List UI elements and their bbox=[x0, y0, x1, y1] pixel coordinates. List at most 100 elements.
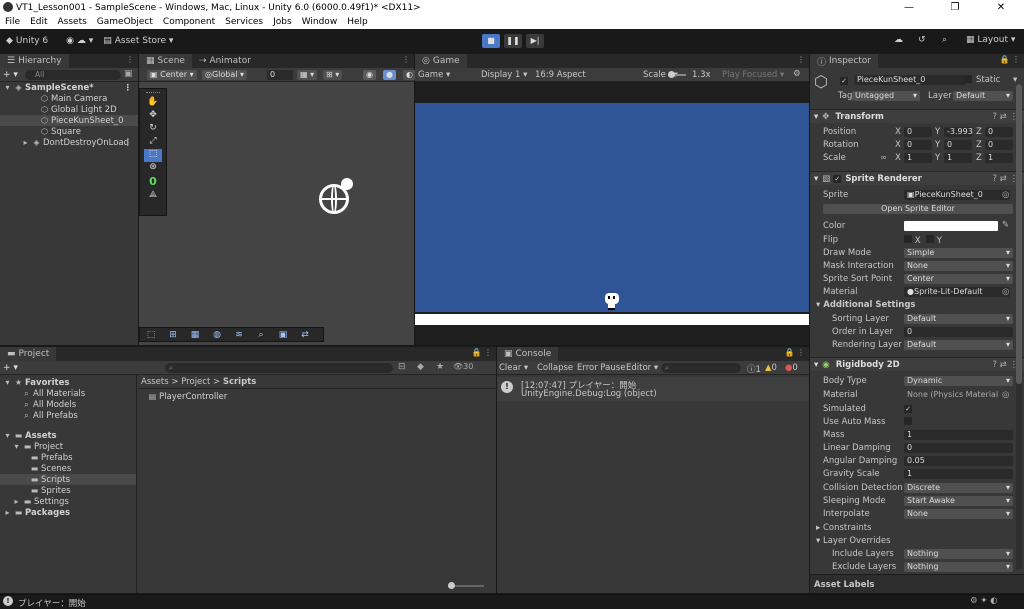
folder-prefabs[interactable]: ▬ Prefabs bbox=[0, 452, 136, 463]
constraints-foldout[interactable]: ▸ Constraints bbox=[816, 523, 871, 533]
component-menu-icon[interactable]: ? ⇄ ⋮ bbox=[992, 174, 1018, 184]
object-picker-icon[interactable]: ◎ bbox=[1002, 287, 1009, 297]
rot-z-field[interactable]: 0 bbox=[985, 140, 1013, 150]
scene-row[interactable]: ▾ ◈ SampleScene* ⋮ bbox=[0, 82, 138, 93]
display-dropdown[interactable]: Display 1 ▾ bbox=[481, 70, 527, 80]
tab-project[interactable]: ▬ Project bbox=[0, 347, 57, 361]
static-checkbox[interactable] bbox=[964, 75, 972, 86]
pos-y-field[interactable]: -3.993 bbox=[944, 127, 973, 137]
rotate-tool-icon[interactable]: ↻ bbox=[140, 123, 166, 136]
palette-grip[interactable] bbox=[146, 92, 160, 94]
filter-label-icon[interactable]: ◆ bbox=[417, 362, 424, 372]
inspector-scrollbar[interactable] bbox=[1016, 84, 1022, 569]
folder-scripts[interactable]: ▬ Scripts bbox=[0, 474, 136, 485]
maximize-button[interactable]: ❐ bbox=[932, 0, 978, 15]
folder-scenes[interactable]: ▬ Scenes bbox=[0, 463, 136, 474]
fav-all-materials[interactable]: ⌕ All Materials bbox=[0, 388, 136, 399]
flip-x-checkbox[interactable]: X bbox=[904, 235, 921, 246]
play-button[interactable]: ■ bbox=[482, 34, 500, 48]
object-picker-icon[interactable]: ◎ bbox=[1002, 190, 1009, 200]
fav-all-models[interactable]: ⌕ All Models bbox=[0, 399, 136, 410]
pos-x-field[interactable]: 0 bbox=[904, 127, 932, 137]
active-checkbox[interactable]: ✓ bbox=[840, 76, 848, 86]
custom-tool-icon[interactable]: ⟁ bbox=[140, 190, 166, 203]
assets-row[interactable]: ▾ ▬ Assets bbox=[0, 430, 136, 441]
pivot-dropdown[interactable]: ▣ Center ▾ bbox=[147, 70, 197, 80]
interpolate-dropdown[interactable]: None ▾ bbox=[904, 509, 1013, 519]
hierarchy-item-piecekun[interactable]: ⬡ PieceKunSheet_0 bbox=[0, 115, 138, 126]
close-button[interactable]: ✕ bbox=[978, 0, 1024, 15]
hierarchy-item-global-light[interactable]: ⬡ Global Light 2D bbox=[0, 104, 138, 115]
breadcrumb-assets[interactable]: Assets bbox=[141, 377, 169, 387]
paint-overlay-icon[interactable]: ◍ bbox=[206, 330, 228, 340]
panel-lock-menu-icon[interactable]: 🔒 ⋮ bbox=[999, 55, 1020, 64]
error-count-toggle[interactable]: ●0 bbox=[785, 363, 798, 373]
body-type-dropdown[interactable]: Dynamic ▾ bbox=[904, 376, 1013, 386]
game-settings-icon[interactable]: ⚙ bbox=[793, 69, 801, 79]
sleeping-dropdown[interactable]: Start Awake ▾ bbox=[904, 496, 1013, 506]
menu-file[interactable]: File bbox=[0, 17, 25, 27]
hierarchy-item-main-camera[interactable]: ⬡ Main Camera bbox=[0, 93, 138, 104]
dontdestroy-row[interactable]: ▸ ◈ DontDestroyOnLoad ⋮ bbox=[0, 137, 138, 148]
packages-row[interactable]: ▸ ▬ Packages bbox=[0, 507, 136, 518]
scale-tool-icon[interactable]: ⤢ bbox=[140, 136, 166, 149]
draw-mode-dropdown[interactable]: Simple ▾ bbox=[904, 248, 1013, 258]
menu-window[interactable]: Window bbox=[297, 17, 343, 27]
hierarchy-item-square[interactable]: ⬡ Square bbox=[0, 126, 138, 137]
move-tool-icon[interactable]: ✥ bbox=[140, 110, 166, 123]
tab-game[interactable]: ◎ Game bbox=[415, 54, 467, 68]
panel-menu-icon[interactable]: ⋮ bbox=[797, 55, 805, 64]
grid-snap-dropdown[interactable]: ▦ ▾ bbox=[297, 70, 318, 80]
menu-help[interactable]: Help bbox=[342, 17, 373, 27]
angular-damping-field[interactable]: 0.05 bbox=[904, 456, 1013, 466]
folder-settings[interactable]: ▸ ▬ Settings bbox=[0, 496, 136, 507]
row-menu-icon[interactable]: ⋮ bbox=[124, 138, 133, 148]
layers-overlay-icon[interactable]: ≋ bbox=[228, 330, 250, 340]
panel-menu-icon[interactable]: ⋮ bbox=[402, 55, 410, 64]
search-options-icon[interactable]: ▣ bbox=[124, 69, 133, 79]
additional-settings-foldout[interactable]: ▾ Additional Settings bbox=[816, 300, 916, 310]
material-field[interactable]: ●Sprite-Lit-Default bbox=[904, 287, 1010, 297]
pause-button[interactable]: ❚❚ bbox=[504, 34, 522, 48]
panel-lock-menu-icon[interactable]: 🔒 ⋮ bbox=[784, 348, 805, 357]
layout-dropdown[interactable]: ▦ Layout ▾ bbox=[966, 35, 1015, 45]
menu-edit[interactable]: Edit bbox=[25, 17, 52, 27]
step-button[interactable]: ▶| bbox=[526, 34, 544, 48]
simulated-checkbox[interactable]: ✓ bbox=[904, 404, 912, 414]
object-picker-icon[interactable]: ◎ bbox=[1002, 390, 1009, 400]
order-field[interactable]: 0 bbox=[904, 327, 1013, 337]
layer-dropdown[interactable]: Default ▾ bbox=[953, 91, 1013, 101]
collapse-button[interactable]: Collapse bbox=[537, 363, 573, 373]
tilemap-overlay-icon[interactable]: ▦ bbox=[184, 330, 206, 340]
game-mode-dropdown[interactable]: Game ▾ bbox=[418, 70, 450, 80]
link-icon[interactable]: ∞ bbox=[880, 153, 887, 163]
rb-material-field[interactable]: None (Physics Material 2 bbox=[904, 390, 1000, 400]
rot-x-field[interactable]: 0 bbox=[904, 140, 932, 150]
mask-dropdown[interactable]: None ▾ bbox=[904, 261, 1013, 271]
component-menu-icon[interactable]: ? ⇄ ⋮ bbox=[992, 360, 1018, 370]
menu-services[interactable]: Services bbox=[220, 17, 268, 27]
rendering-layer-dropdown[interactable]: Default ▾ bbox=[904, 340, 1013, 350]
console-search-input[interactable]: ⌕ bbox=[661, 363, 741, 373]
info-count-toggle[interactable]: ⓘ1 bbox=[747, 363, 761, 375]
sort-point-dropdown[interactable]: Center ▾ bbox=[904, 274, 1013, 284]
breadcrumb-scripts[interactable]: Scripts bbox=[223, 377, 256, 387]
linear-damping-field[interactable]: 0 bbox=[904, 443, 1013, 453]
scene-menu-icon[interactable]: ⋮ bbox=[124, 83, 133, 93]
editor-dropdown[interactable]: Editor ▾ bbox=[626, 363, 658, 373]
mass-field[interactable]: 1 bbox=[904, 430, 1013, 440]
open-sprite-editor-button[interactable]: Open Sprite Editor bbox=[823, 204, 1013, 214]
add-button[interactable]: + ▾ bbox=[3, 70, 18, 80]
create-button[interactable]: + ▾ bbox=[3, 363, 18, 373]
tab-animator[interactable]: ⇢ Animator bbox=[192, 54, 258, 68]
icon-size-slider[interactable] bbox=[448, 582, 484, 589]
gravity-scale-field[interactable]: 1 bbox=[904, 469, 1013, 479]
tab-hierarchy[interactable]: ☰ Hierarchy bbox=[0, 54, 69, 68]
grid-dropdown[interactable]: ⊞ ▾ bbox=[323, 70, 343, 80]
snap-value-field[interactable]: 0 bbox=[267, 70, 293, 80]
tag-dropdown[interactable]: Untagged ▾ bbox=[852, 91, 920, 101]
minimize-button[interactable]: — bbox=[886, 0, 932, 15]
folder-project[interactable]: ▾ ▬ Project bbox=[0, 441, 136, 452]
shuffle-overlay-icon[interactable]: ⇄ bbox=[294, 330, 316, 340]
panel-lock-menu-icon[interactable]: 🔒 ⋮ bbox=[471, 348, 492, 357]
